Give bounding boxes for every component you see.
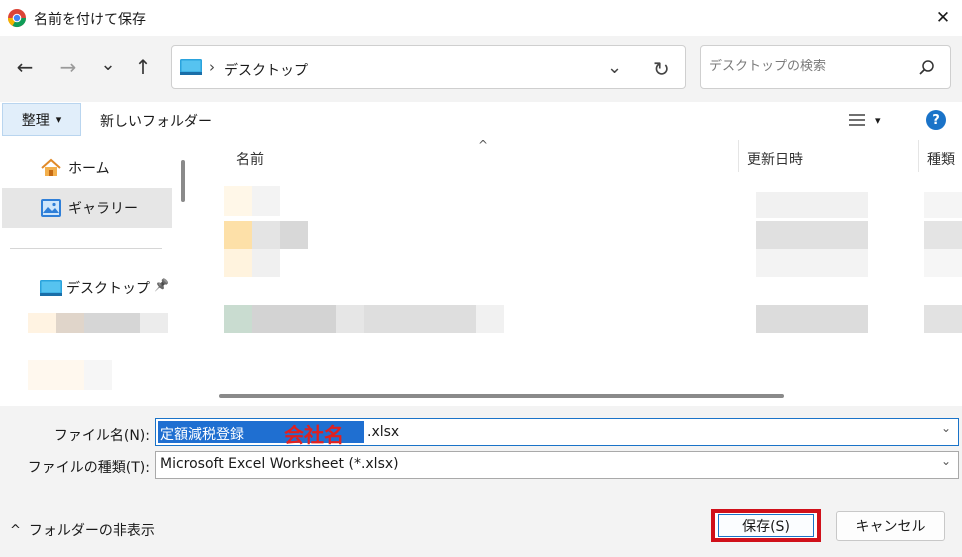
sidebar-item-label: ホーム: [68, 161, 110, 177]
sidebar-divider: [10, 248, 162, 249]
blurred-file-row: [224, 249, 252, 277]
gallery-icon: [41, 199, 61, 217]
blurred-file-row: [280, 221, 308, 249]
filename-label: ファイル名(N):: [53, 428, 150, 444]
blurred-file-row: [924, 192, 962, 218]
new-folder-button[interactable]: 新しいフォルダー: [100, 111, 212, 131]
breadcrumb-separator-icon: ›: [209, 58, 215, 76]
blurred-sidebar-item: [140, 313, 168, 333]
refresh-icon[interactable]: ↻: [653, 57, 670, 81]
blurred-sidebar-item: [28, 313, 56, 333]
save-button-label: 保存(S): [742, 518, 790, 535]
column-header-name[interactable]: 名前: [236, 149, 264, 169]
search-input[interactable]: [709, 59, 909, 74]
horizontal-scrollbar-thumb[interactable]: [219, 394, 784, 398]
up-button[interactable]: ↑: [131, 55, 155, 79]
chevron-down-icon: ▾: [875, 113, 881, 127]
blurred-sidebar-item: [56, 313, 84, 333]
blurred-file-row: [336, 305, 364, 333]
blurred-file-row: [224, 221, 252, 249]
blurred-file-row: [224, 305, 252, 333]
desktop-icon: [180, 59, 202, 75]
blurred-file-row: [756, 221, 868, 249]
back-button[interactable]: ←: [13, 55, 37, 79]
forward-button[interactable]: →: [56, 55, 80, 79]
chevron-up-icon: ^: [10, 522, 21, 538]
sidebar-item-desktop[interactable]: デスクトップ 📌: [2, 268, 172, 308]
list-view-icon: [849, 114, 865, 126]
breadcrumb-location[interactable]: デスクトップ: [224, 60, 308, 80]
help-button[interactable]: ?: [926, 110, 946, 130]
search-icon[interactable]: [918, 59, 936, 77]
chrome-icon: [7, 8, 27, 28]
cancel-button[interactable]: キャンセル: [836, 511, 945, 541]
blurred-file-row: [252, 249, 280, 277]
blurred-sidebar-item: [28, 360, 84, 390]
chevron-down-icon: ▾: [55, 113, 62, 126]
blurred-file-row: [476, 305, 504, 333]
sidebar-item-label: デスクトップ: [66, 281, 150, 297]
column-divider[interactable]: [918, 140, 919, 172]
close-icon: ✕: [935, 8, 951, 28]
blurred-file-row: [252, 305, 336, 333]
column-header-modified[interactable]: 更新日時: [747, 149, 803, 169]
view-options-button[interactable]: ▾: [849, 110, 893, 130]
filename-extension[interactable]: .xlsx: [367, 424, 399, 440]
close-button[interactable]: ✕: [930, 6, 956, 30]
window-title: 名前を付けて保存: [34, 12, 146, 28]
chevron-down-icon[interactable]: ⌄: [941, 454, 951, 468]
back-arrow-icon: ←: [16, 55, 34, 79]
blurred-file-row: [924, 305, 962, 333]
save-button-highlight[interactable]: 保存(S): [711, 509, 821, 542]
desktop-icon: [40, 280, 62, 296]
chevron-down-icon: ⌄: [100, 53, 116, 75]
sidebar-item-home[interactable]: ホーム: [2, 148, 172, 188]
organize-label: 整理: [21, 112, 50, 129]
save-button[interactable]: 保存(S): [718, 514, 814, 537]
filetype-label: ファイルの種類(T):: [27, 460, 150, 476]
recent-locations-button[interactable]: ⌄: [96, 52, 120, 76]
organize-button[interactable]: 整理 ▾: [2, 103, 81, 136]
blurred-file-row: [252, 221, 280, 249]
address-dropdown-icon[interactable]: ⌄: [607, 57, 622, 78]
sidebar-item-label: ギャラリー: [68, 201, 138, 217]
cancel-button-label: キャンセル: [855, 519, 926, 535]
blurred-file-row: [224, 186, 252, 216]
blurred-sidebar-item: [84, 313, 140, 333]
pin-icon: 📌: [154, 278, 169, 292]
blurred-file-row: [252, 186, 280, 216]
column-divider[interactable]: [738, 140, 739, 172]
help-icon: ?: [932, 112, 940, 128]
company-name-annotation: 会社名: [284, 423, 344, 447]
filetype-value[interactable]: Microsoft Excel Worksheet (*.xlsx): [160, 456, 399, 472]
blurred-file-row: [756, 249, 868, 277]
blurred-file-row: [756, 305, 868, 333]
forward-arrow-icon: →: [59, 55, 77, 79]
sidebar-scrollbar-thumb[interactable]: [181, 160, 185, 202]
blurred-sidebar-item: [84, 360, 112, 390]
sidebar-item-gallery[interactable]: ギャラリー: [2, 188, 172, 228]
blurred-file-row: [924, 249, 962, 277]
column-header-type[interactable]: 種類: [927, 149, 955, 169]
blurred-file-row: [364, 305, 476, 333]
hide-folders-label: フォルダーの非表示: [28, 523, 155, 539]
up-arrow-icon: ↑: [134, 55, 152, 79]
filename-value[interactable]: 定額減税登録: [160, 424, 244, 444]
home-icon: [41, 158, 61, 176]
sort-indicator-icon: ^: [478, 138, 489, 152]
hide-folders-toggle[interactable]: ^ フォルダーの非表示: [10, 520, 155, 540]
blurred-file-row: [756, 192, 868, 218]
blurred-file-row: [924, 221, 962, 249]
chevron-down-icon[interactable]: ⌄: [941, 421, 951, 435]
